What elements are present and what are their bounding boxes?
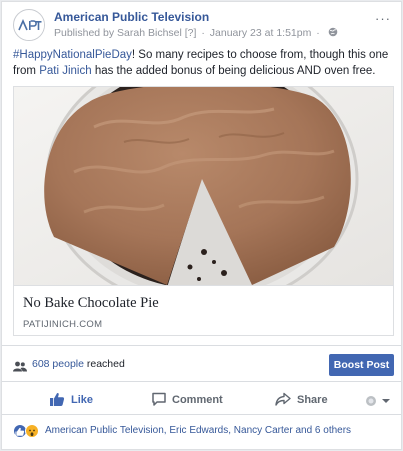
page-avatar[interactable] (13, 9, 45, 41)
like-label: Like (71, 394, 94, 406)
comment-button[interactable]: Comment (151, 386, 241, 413)
reach-count-link[interactable]: 608 people (32, 358, 84, 370)
reactions-summary-link[interactable]: American Public Television, Eric Edwards… (45, 425, 351, 436)
attachment-image[interactable] (14, 87, 393, 285)
meta-separator: · (201, 27, 205, 39)
reach-suffix: reached (83, 358, 125, 370)
people-icon (13, 359, 27, 377)
like-button[interactable]: Like (49, 386, 119, 413)
action-bar: Like Comment Share (2, 386, 401, 413)
published-by-label: Published by Sarah Bichsel (54, 27, 182, 39)
post-card: American Public Television Published by … (1, 1, 402, 450)
globe-icon[interactable] (328, 27, 338, 40)
comment-label: Comment (172, 394, 223, 406)
reach-bar: 608 people reached Boost Post (13, 354, 394, 376)
post-header: American Public Television Published by … (13, 9, 393, 45)
page-name-link[interactable]: American Public Television (54, 10, 209, 24)
attachment-domain: PATIJINICH.COM (23, 319, 103, 330)
attachment-title[interactable]: No Bake Chocolate Pie (23, 295, 159, 312)
reach-text: 608 people reached (32, 358, 125, 370)
divider (2, 381, 401, 382)
hashtag-link[interactable]: #HappyNationalPieDay (13, 49, 132, 61)
boost-post-button[interactable]: Boost Post (329, 354, 394, 376)
link-attachment[interactable]: No Bake Chocolate Pie PATIJINICH.COM (13, 86, 394, 336)
share-arrow-icon (275, 391, 291, 410)
apt-logo-icon (15, 11, 44, 40)
comment-icon (151, 391, 167, 410)
post-text-part2: has the added bonus of being delicious A… (91, 65, 376, 77)
share-label: Share (297, 394, 328, 406)
post-message: #HappyNationalPieDay! So many recipes to… (13, 47, 393, 79)
meta-separator: · (316, 27, 320, 39)
help-marker[interactable]: [?] (185, 27, 197, 39)
audience-selector[interactable] (365, 394, 395, 406)
wow-reaction-icon[interactable] (25, 424, 39, 438)
share-button[interactable]: Share (275, 386, 345, 413)
attachment-caption[interactable]: No Bake Chocolate Pie PATIJINICH.COM (14, 285, 393, 335)
reactions-bar: American Public Television, Eric Edwards… (13, 422, 394, 440)
mention-link[interactable]: Pati Jinich (39, 65, 91, 77)
thumbs-up-icon (49, 391, 65, 410)
divider (2, 414, 401, 415)
post-timestamp[interactable]: January 23 at 1:51pm (210, 27, 312, 39)
divider (2, 345, 401, 346)
more-options-button[interactable]: ··· (375, 11, 391, 26)
post-meta: Published by Sarah Bichsel [?] · January… (54, 27, 338, 40)
